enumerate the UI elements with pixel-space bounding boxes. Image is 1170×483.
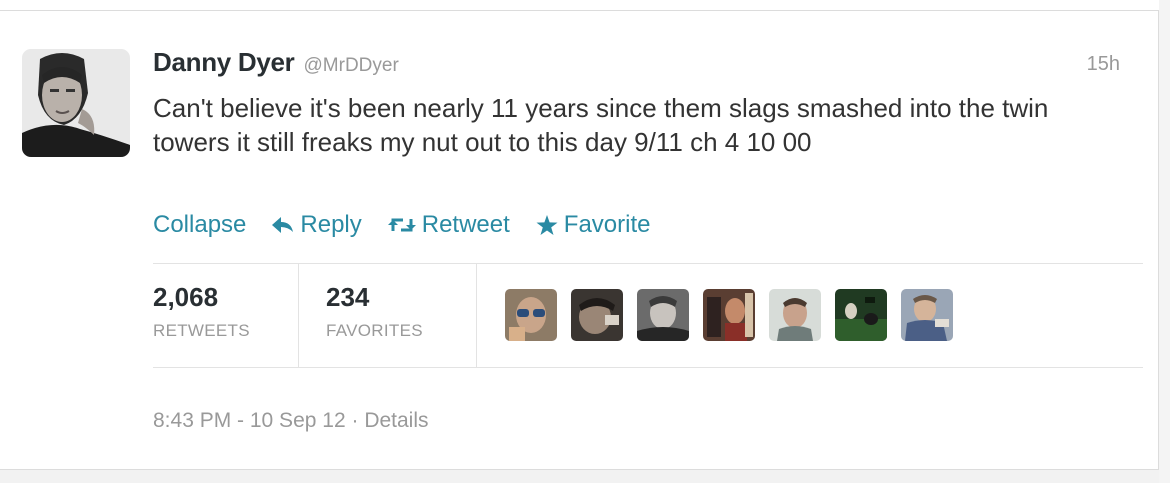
stats-separator-1: [298, 263, 299, 367]
favorite-label: Favorite: [563, 211, 651, 238]
favorites-count: 234: [326, 282, 370, 312]
favoriter-avatar[interactable]: [637, 289, 689, 341]
star-icon: [536, 214, 558, 235]
stats-separator-2: [476, 263, 477, 367]
right-edge-shade: [1159, 0, 1170, 483]
tweet-header: Danny Dyer @MrDDyer: [153, 47, 399, 81]
tweet-timestamp[interactable]: 8:43 PM - 10 Sep 12: [153, 409, 346, 432]
tweet-time[interactable]: 15h: [1087, 53, 1120, 76]
favoriter-avatar[interactable]: [703, 289, 755, 341]
retweet-icon: [387, 218, 416, 232]
tweet-stats: 2,068 RETWEETS 234 FAVORITES: [153, 263, 496, 367]
reply-label: Reply: [300, 211, 362, 238]
author-name[interactable]: Danny Dyer: [153, 47, 295, 78]
bottom-strip: [0, 470, 1170, 483]
favorites-stat[interactable]: 234 FAVORITES: [298, 263, 496, 367]
footer-separator: ·: [351, 409, 359, 432]
tweet-text: Can't believe it's been nearly 11 years …: [153, 93, 1049, 157]
favoriter-avatar[interactable]: [505, 289, 557, 341]
favorites-label: FAVORITES: [326, 321, 423, 340]
retweets-count: 2,068: [153, 282, 219, 312]
favoriter-avatar[interactable]: [835, 289, 887, 341]
favorite-button[interactable]: Favorite: [536, 211, 651, 239]
favoriter-avatar[interactable]: [571, 289, 623, 341]
tweet-footer: 8:43 PM - 10 Sep 12 · Details: [153, 409, 429, 433]
favoriter-avatars: [505, 289, 967, 341]
author-avatar[interactable]: [22, 49, 130, 157]
tweet-card: Danny Dyer @MrDDyer 15h Can't believe it…: [0, 10, 1159, 470]
author-handle[interactable]: @MrDDyer: [304, 55, 399, 77]
collapse-label: Collapse: [153, 211, 247, 238]
tweet-page: Danny Dyer @MrDDyer 15h Can't believe it…: [0, 0, 1170, 483]
collapse-link[interactable]: Collapse: [153, 211, 246, 239]
favoriter-avatar[interactable]: [769, 289, 821, 341]
retweets-label: RETWEETS: [153, 321, 250, 340]
tweet-actions: Collapse Reply Retweet Favorite: [153, 211, 677, 239]
favoriter-avatar[interactable]: [901, 289, 953, 341]
retweets-stat[interactable]: 2,068 RETWEETS: [153, 263, 298, 367]
retweet-button[interactable]: Retweet: [387, 211, 510, 239]
reply-button[interactable]: Reply: [272, 211, 362, 239]
details-link[interactable]: Details: [364, 409, 428, 432]
reply-arrow-icon: [272, 217, 294, 233]
stats-bottom-divider: [153, 367, 1143, 368]
retweet-label: Retweet: [421, 211, 510, 238]
